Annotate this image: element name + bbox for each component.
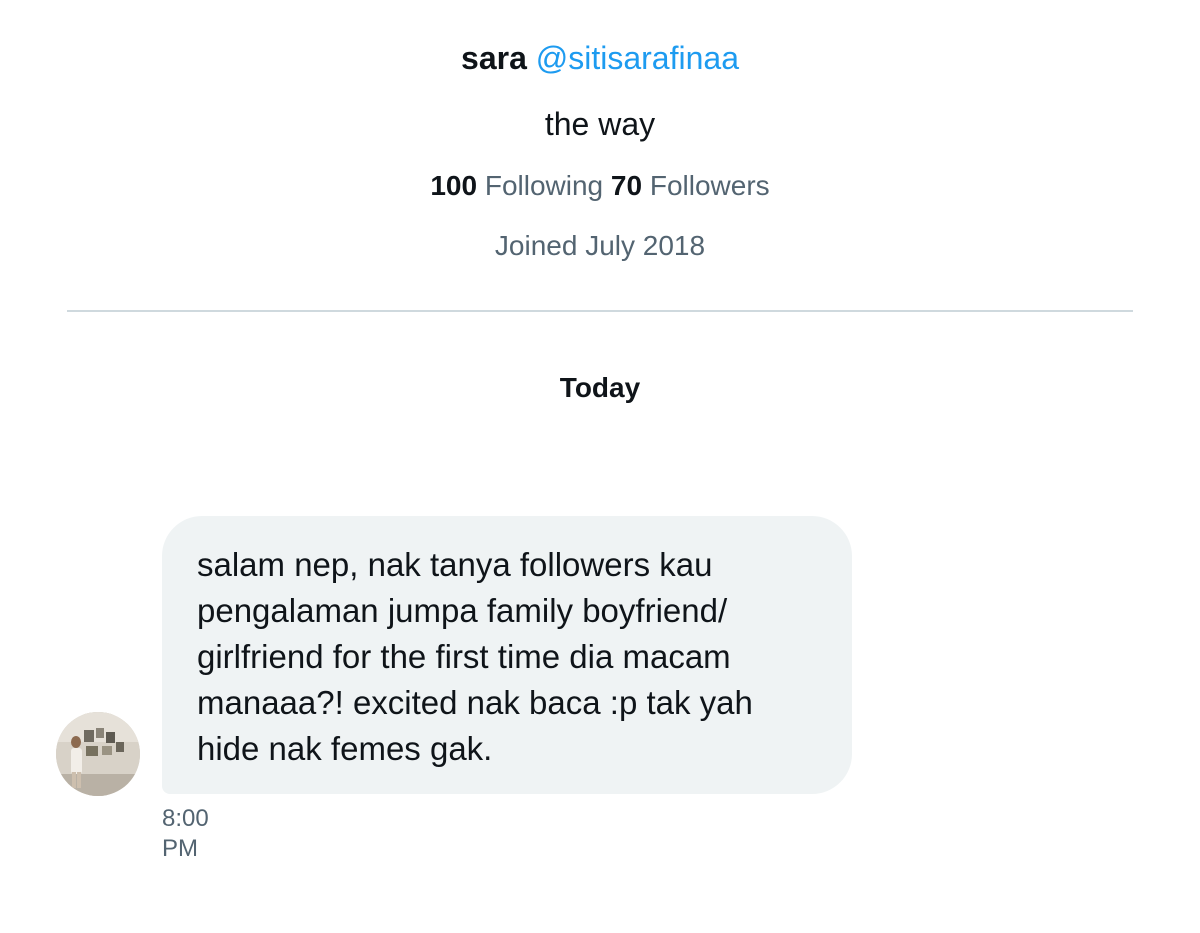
- profile-name-line: sara @sitisarafinaa: [0, 38, 1200, 78]
- followers-link[interactable]: 70 Followers: [611, 170, 770, 201]
- avatar[interactable]: [56, 712, 140, 796]
- profile-stats: 100 Following 70 Followers: [0, 168, 1200, 204]
- profile-joined-date: Joined July 2018: [494, 230, 706, 261]
- date-separator: Today: [559, 372, 641, 403]
- following-label: Following: [484, 170, 604, 201]
- following-link[interactable]: 100 Following: [430, 170, 603, 201]
- message-bubble[interactable]: salam nep, nak tanya followers kau penga…: [162, 516, 852, 794]
- followers-label: Followers: [649, 170, 770, 201]
- following-count: 100: [430, 170, 478, 201]
- profile-bio: the way: [544, 106, 656, 142]
- message-timestamp: 8:00 PM: [162, 805, 209, 862]
- profile-handle-link[interactable]: @sitisarafinaa: [536, 40, 739, 76]
- profile-display-name[interactable]: sara: [461, 40, 527, 76]
- section-divider: [67, 310, 1133, 312]
- followers-count: 70: [610, 170, 643, 201]
- avatar-photo: [56, 712, 140, 796]
